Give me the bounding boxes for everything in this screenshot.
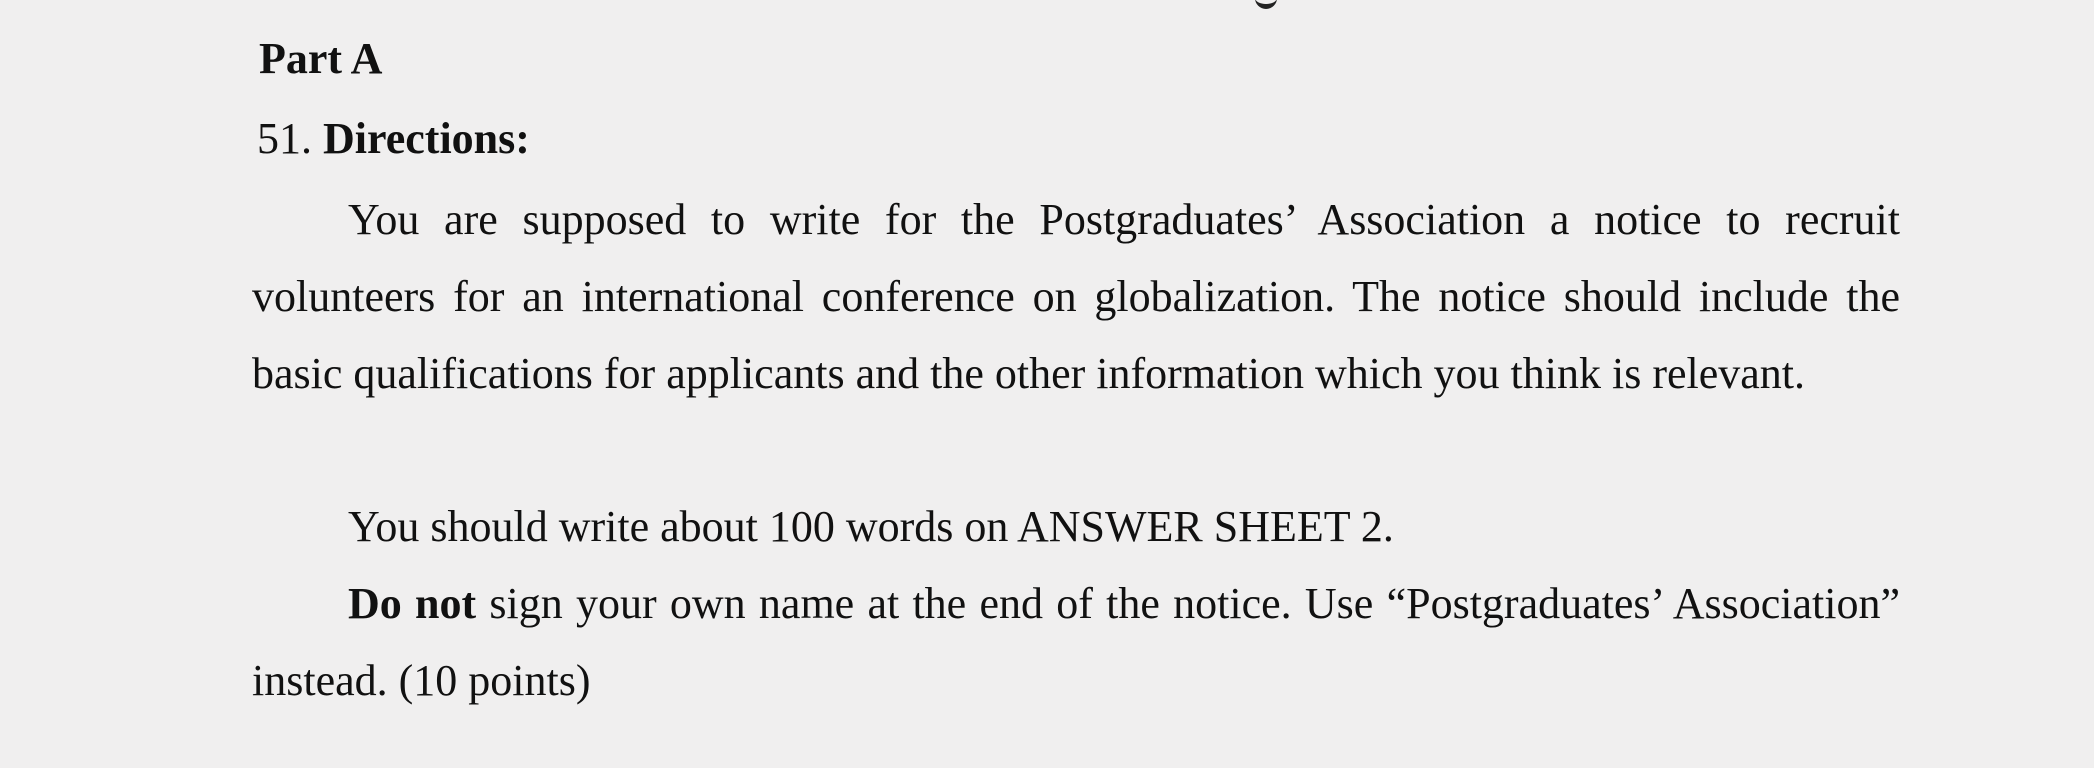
part-heading: Part A [259,34,383,83]
signature-instruction-text: sign your own name at the end of the not… [252,579,1900,705]
instructions-paragraph: You are supposed to write for the Postgr… [252,195,1900,398]
exam-page: Part A 51. Directions: You are supposed … [0,0,2094,768]
question-header: 51. Directions: [257,106,530,172]
do-not-emphasis: Do not [348,579,477,628]
signature-instruction: Do not sign your own name at the end of … [252,565,1900,719]
cropped-title-fragment [1255,0,1277,9]
word-count-instruction: You should write about 100 words on ANSW… [348,502,1394,551]
question-number: 51. [257,114,312,163]
directions-label: Directions: [323,114,530,163]
